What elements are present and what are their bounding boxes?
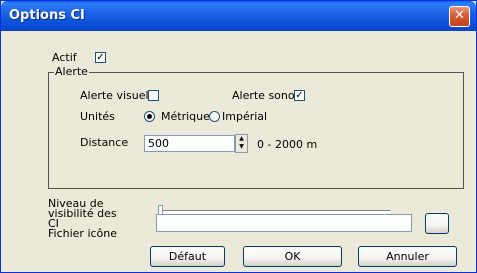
checkmark-icon: ✓ <box>96 52 105 63</box>
distance-label: Distance <box>80 136 129 149</box>
radio-selected-dot <box>147 114 152 119</box>
options-ci-dialog: Options CI ✕ Actif ✓ Alerte Alerte visue… <box>0 0 477 273</box>
actif-checkbox[interactable]: ✓ <box>95 52 106 63</box>
close-button[interactable]: ✕ <box>449 6 470 27</box>
radio-imperial-label[interactable]: Impérial <box>222 110 267 123</box>
distance-spinner[interactable]: ▲ ▼ <box>235 134 248 153</box>
alerte-sonore-checkbox[interactable]: ✓ <box>294 90 305 101</box>
window-title: Options CI <box>9 8 85 23</box>
actif-label: Actif <box>52 51 77 64</box>
close-icon: ✕ <box>454 8 465 23</box>
alerte-visuelle-label: Alerte visuelle <box>80 89 159 102</box>
alerte-group-label: Alerte <box>54 65 89 78</box>
radio-metrique[interactable] <box>144 111 155 122</box>
fichier-icone-input[interactable] <box>156 214 412 232</box>
browse-button[interactable] <box>425 213 449 234</box>
alerte-visuelle-checkbox[interactable] <box>148 90 159 101</box>
defaut-button[interactable]: Défaut <box>150 246 225 267</box>
radio-imperial[interactable] <box>209 111 220 122</box>
spin-down-icon[interactable]: ▼ <box>236 143 247 151</box>
distance-input[interactable]: 500 <box>144 135 235 152</box>
checkmark-icon: ✓ <box>295 90 304 101</box>
radio-metrique-label[interactable]: Métrique <box>161 110 210 123</box>
title-bar[interactable]: Options CI ✕ <box>1 1 476 31</box>
unites-label: Unités <box>80 110 115 123</box>
annuler-button[interactable]: Annuler <box>358 246 457 267</box>
distance-range-label: 0 - 2000 m <box>257 138 318 151</box>
spin-up-icon[interactable]: ▲ <box>236 135 247 143</box>
ok-button[interactable]: OK <box>243 246 342 267</box>
fichier-icone-label: Fichier icône <box>48 227 118 240</box>
